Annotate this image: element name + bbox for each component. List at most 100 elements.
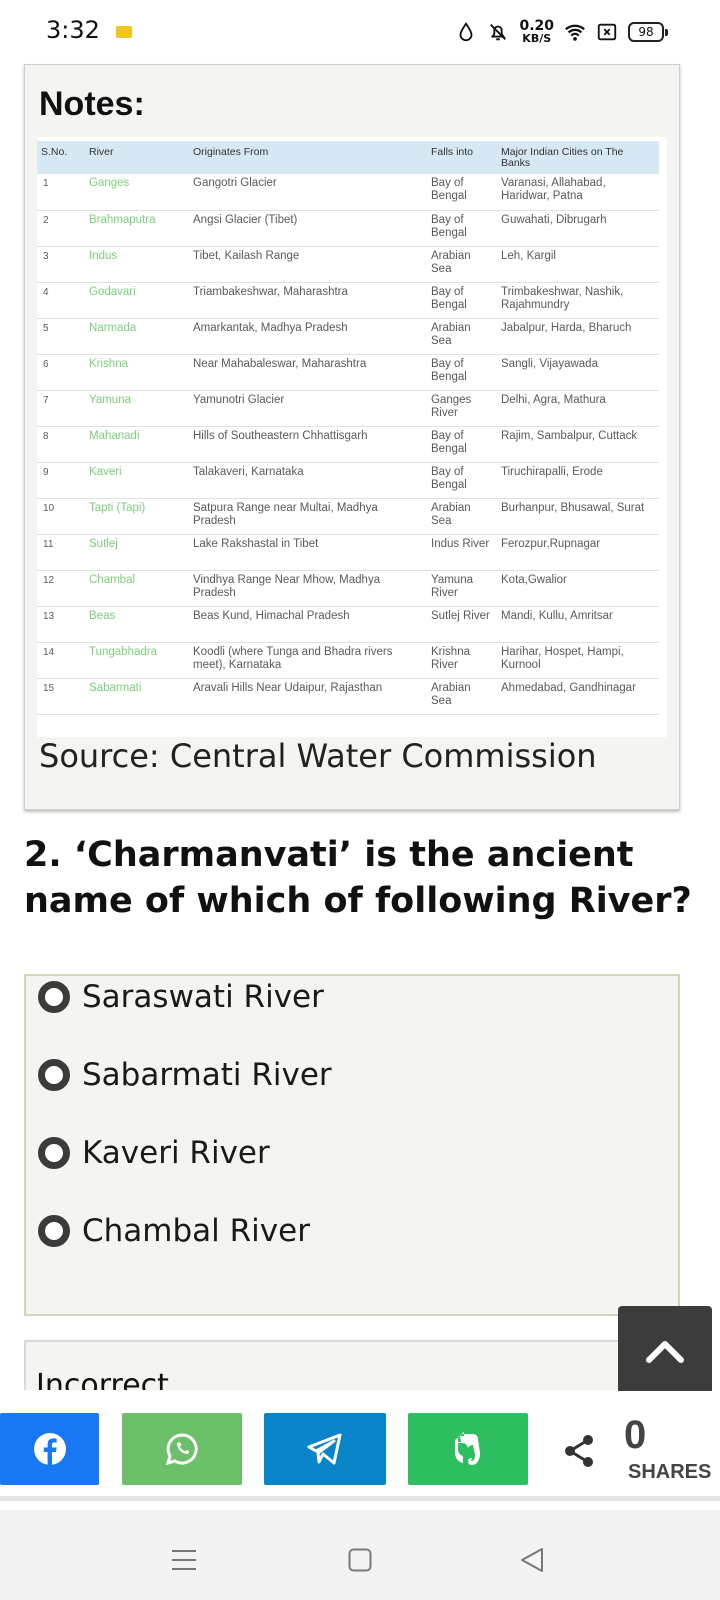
cell-originates: Yamunotri Glacier: [189, 390, 427, 427]
cell-cities: Burhanpur, Bhusawal, Surat: [497, 498, 659, 535]
table-row: 7 Yamuna Yamunotri Glacier Ganges River Delh…: [37, 390, 659, 427]
option-saraswati[interactable]: Saraswati River: [38, 977, 324, 1017]
radio-button[interactable]: [38, 1215, 70, 1247]
cell-sno: 11: [37, 534, 85, 571]
cell-cities: Trimbakeshwar, Nashik, Rajahmundry: [497, 282, 659, 319]
battery-icon: 98: [628, 22, 668, 42]
evernote-share-button[interactable]: [408, 1413, 528, 1485]
water-drop-icon: [460, 22, 473, 42]
table-row: 5 Narmada Amarkantak, Madhya Pradesh Arabia…: [37, 318, 659, 355]
cell-river: Yamuna: [85, 390, 189, 427]
cell-originates: Tibet, Kailash Range: [189, 246, 427, 283]
result-box: Incorrect: [24, 1340, 624, 1390]
navigation-bar: [0, 1510, 720, 1600]
cell-river: Beas: [85, 606, 189, 643]
cell-originates: Talakaveri, Karnataka: [189, 462, 427, 499]
cell-river: Brahmaputra: [85, 210, 189, 247]
table-row: 9 Kaveri Talakaveri, Karnataka Bay of Benga…: [37, 462, 659, 499]
cell-sno: 14: [37, 642, 85, 679]
table-row: 3 Indus Tibet, Kailash Range Arabian Sea Leh…: [37, 246, 659, 283]
telegram-icon: [307, 1433, 342, 1465]
back-icon: [521, 1548, 543, 1572]
evernote-icon: [455, 1432, 480, 1465]
cell-falls-into: Bay of Bengal: [427, 462, 497, 499]
option-label: Kaveri River: [82, 1135, 270, 1171]
status-icons: 0.20 KB/S 98: [455, 18, 668, 46]
result-label: Incorrect: [36, 1368, 169, 1390]
table-row: 10 Tapti (Tapi) Satpura Range near Multai,…: [37, 498, 659, 535]
cell-originates: Hills of Southeastern Chhattisgarh: [189, 426, 427, 463]
cell-falls-into: Krishna River: [427, 642, 497, 679]
rivers-table: S.No. River Originates From Falls into M…: [37, 141, 659, 715]
speed-unit: KB/S: [522, 32, 552, 45]
menu-icon: [172, 1550, 196, 1570]
cell-sno: 7: [37, 390, 85, 427]
notes-card: Notes: S.No. River Originates From Falls…: [24, 64, 680, 810]
cell-originates: Near Mahabaleswar, Maharashtra: [189, 354, 427, 391]
option-chambal[interactable]: Chambal River: [38, 1211, 310, 1251]
home-icon: [348, 1548, 372, 1572]
cell-cities: Leh, Kargil: [497, 246, 659, 283]
radio-button[interactable]: [38, 1137, 70, 1169]
option-sabarmati[interactable]: Sabarmati River: [38, 1055, 332, 1095]
header-falls-into: Falls into: [427, 141, 497, 174]
share-icon: [565, 1435, 593, 1467]
option-kaveri[interactable]: Kaveri River: [38, 1133, 270, 1173]
option-label: Saraswati River: [82, 979, 324, 1015]
option-label: Sabarmati River: [82, 1057, 332, 1093]
cell-falls-into: Arabian Sea: [427, 246, 497, 283]
whatsapp-icon: [165, 1433, 198, 1466]
share-counter: 0 SHARES: [562, 1413, 712, 1485]
cell-river: Narmada: [85, 318, 189, 355]
cell-river: Chambal: [85, 570, 189, 607]
back-button[interactable]: [512, 1540, 552, 1580]
menu-button[interactable]: [164, 1540, 204, 1580]
cell-cities: Varanasi, Allahabad, Haridwar, Patna: [497, 174, 659, 211]
header-sno: S.No.: [37, 141, 85, 174]
cell-originates: Koodli (where Tunga and Bhadra rivers me…: [189, 642, 427, 679]
cell-sno: 9: [37, 462, 85, 499]
home-button[interactable]: [340, 1540, 380, 1580]
cell-falls-into: Bay of Bengal: [427, 210, 497, 247]
table-row: 12 Chambal Vindhya Range Near Mhow, Madhya…: [37, 570, 659, 607]
table-row: 2 Brahmaputra Angsi Glacier (Tibet) Bay of …: [37, 210, 659, 247]
whatsapp-share-button[interactable]: [122, 1413, 242, 1485]
table-row: 14 Tungabhadra Koodli (where Tunga and Bha…: [37, 642, 659, 679]
radio-button[interactable]: [38, 981, 70, 1013]
cell-sno: 6: [37, 354, 85, 391]
telegram-share-button[interactable]: [264, 1413, 386, 1485]
table-row: 8 Mahanadi Hills of Southeastern Chhattisg…: [37, 426, 659, 463]
cell-cities: Tiruchirapalli, Erode: [497, 462, 659, 499]
cell-river: Ganges: [85, 174, 189, 211]
cell-sno: 4: [37, 282, 85, 319]
cell-sno: 5: [37, 318, 85, 355]
table-row: 11 Sutlej Lake Rakshastal in Tibet Indus Ri…: [37, 534, 659, 571]
cell-sno: 3: [37, 246, 85, 283]
radio-button[interactable]: [38, 1059, 70, 1091]
scroll-to-top-button[interactable]: [618, 1306, 712, 1396]
chevron-up-icon: [646, 1341, 684, 1363]
cell-falls-into: Bay of Bengal: [427, 174, 497, 211]
cell-originates: Amarkantak, Madhya Pradesh: [189, 318, 427, 355]
cell-river: Tapti (Tapi): [85, 498, 189, 535]
facebook-share-button[interactable]: [0, 1413, 99, 1485]
cell-falls-into: Bay of Bengal: [427, 282, 497, 319]
table-row: 6 Krishna Near Mahabaleswar, Maharashtra Ba…: [37, 354, 659, 391]
cell-river: Tungabhadra: [85, 642, 189, 679]
cell-falls-into: Arabian Sea: [427, 318, 497, 355]
cell-cities: Kota,Gwalior: [497, 570, 659, 607]
table-row: 4 Godavari Triambakeshwar, Maharashtra Bay …: [37, 282, 659, 319]
cell-falls-into: Sutlej River: [427, 606, 497, 643]
cell-originates: Aravali Hills Near Udaipur, Rajasthan: [189, 678, 427, 715]
cell-falls-into: Yamuna River: [427, 570, 497, 607]
cell-originates: Beas Kund, Himachal Pradesh: [189, 606, 427, 643]
table-row: 13 Beas Beas Kund, Himachal Pradesh Sutlej …: [37, 606, 659, 643]
share-count: 0: [624, 1413, 647, 1457]
cell-cities: Delhi, Agra, Mathura: [497, 390, 659, 427]
table-row: 1 Ganges Gangotri Glacier Bay of Bengal Vara…: [37, 174, 659, 211]
header-originates: Originates From: [189, 141, 427, 174]
bell-off-icon: [490, 24, 507, 41]
cell-river: Mahanadi: [85, 426, 189, 463]
cell-sno: 8: [37, 426, 85, 463]
cell-originates: Lake Rakshastal in Tibet: [189, 534, 427, 571]
